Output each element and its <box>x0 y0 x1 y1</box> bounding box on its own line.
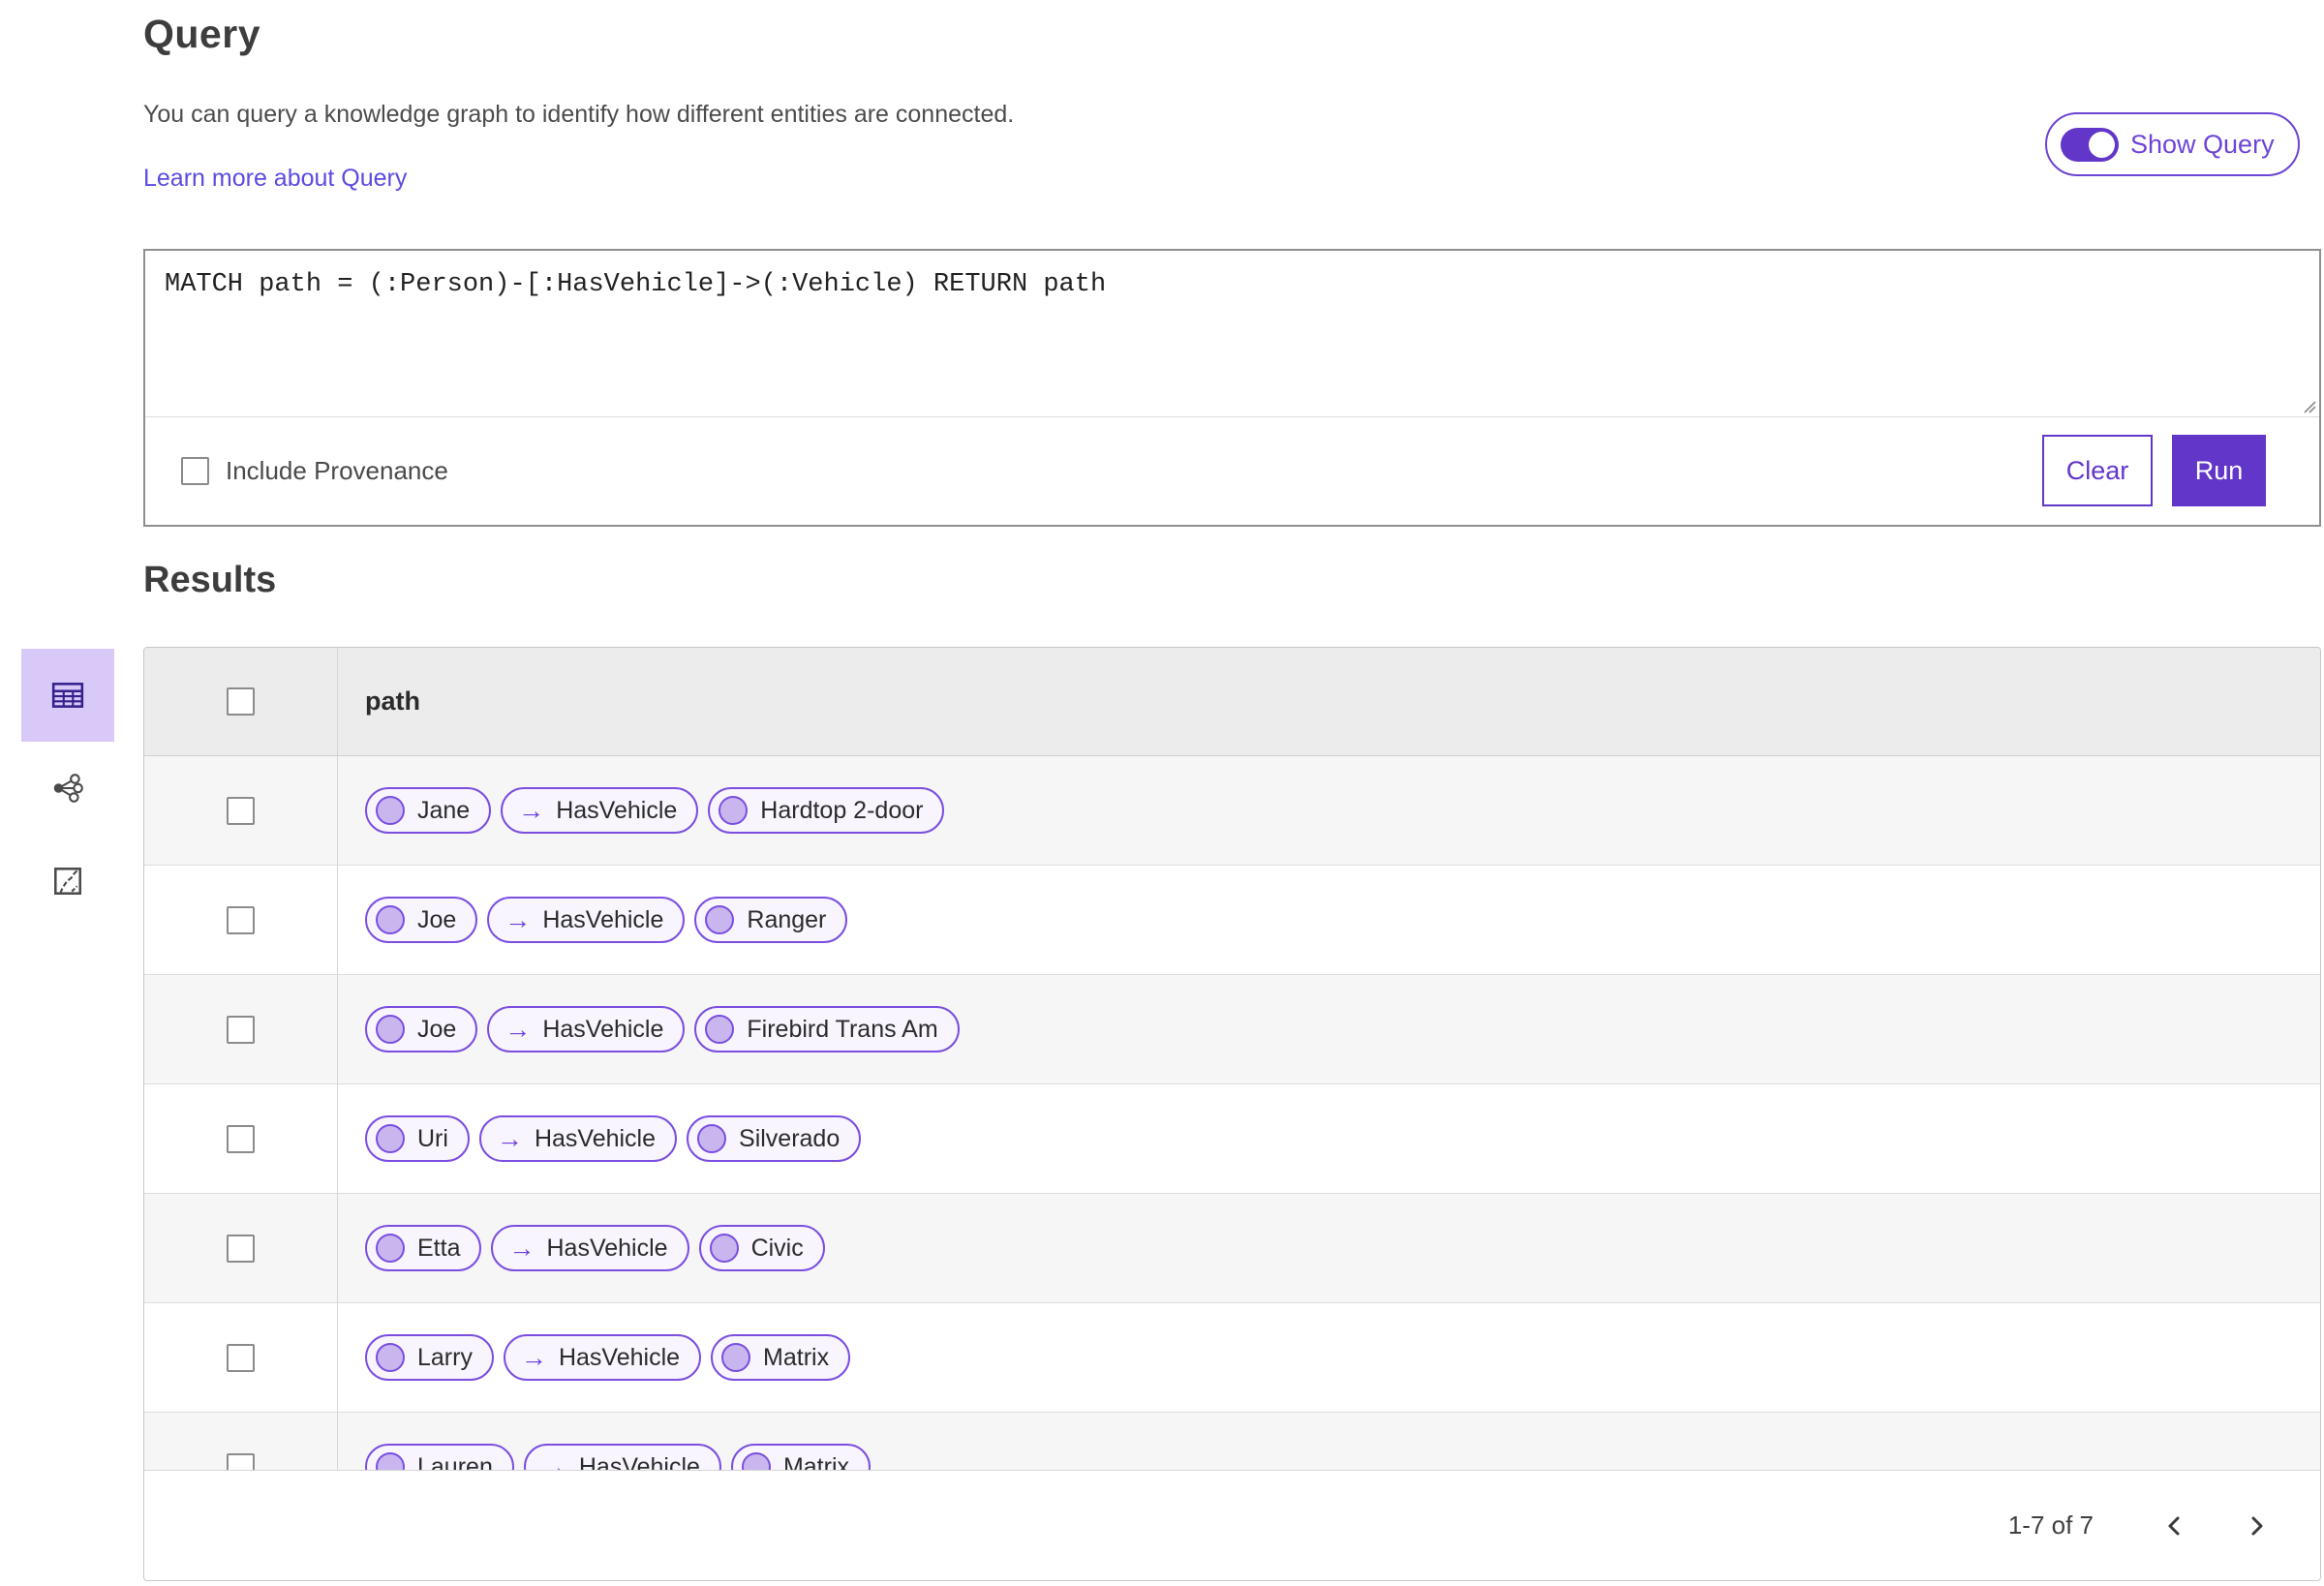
link-chart-icon <box>53 774 83 803</box>
path-target-node[interactable]: Ranger <box>694 897 848 943</box>
path-relation-label: HasVehicle <box>542 1015 664 1043</box>
clear-button[interactable]: Clear <box>2042 435 2153 506</box>
path-source-node[interactable]: Etta <box>365 1225 482 1271</box>
prev-page-button[interactable] <box>2163 1511 2185 1540</box>
sidebar-item-table-view[interactable] <box>21 649 114 742</box>
path-relation-label: HasVehicle <box>556 796 678 824</box>
path-source-label: Larry <box>417 1343 473 1371</box>
path-relation-edge[interactable]: → HasVehicle <box>487 1006 686 1052</box>
query-page: Query You can query a knowledge graph to… <box>0 0 2324 1586</box>
row-checkbox[interactable] <box>144 975 338 1083</box>
path-relation-edge[interactable]: → HasVehicle <box>487 897 686 943</box>
edge-arrow-icon: → <box>508 1233 535 1263</box>
select-all-checkbox[interactable] <box>144 648 338 755</box>
results-view-sidebar <box>21 649 114 928</box>
table-row: Jane → HasVehicle Hardtop 2-door <box>144 756 2320 866</box>
run-button[interactable]: Run <box>2172 435 2266 506</box>
edge-arrow-icon: → <box>505 1014 532 1044</box>
path-source-node[interactable]: Larry <box>365 1334 494 1381</box>
path-relation-edge[interactable]: → HasVehicle <box>491 1225 689 1271</box>
path-source-node[interactable]: Jane <box>365 787 492 834</box>
row-checkbox[interactable] <box>144 1194 338 1302</box>
node-circle-icon <box>719 796 749 825</box>
results-title: Results <box>143 560 277 600</box>
edge-arrow-icon: → <box>518 795 545 825</box>
path-source-node[interactable]: Joe <box>365 1006 478 1052</box>
path-relation-label: HasVehicle <box>546 1234 668 1262</box>
include-provenance-label: Include Provenance <box>226 455 448 485</box>
toggle-switch-icon <box>2061 127 2119 162</box>
query-panel: MATCH path = (:Person)-[:HasVehicle]->(:… <box>143 249 2321 527</box>
path-source-label: Joe <box>417 905 457 933</box>
table-header-row: path <box>144 648 2320 756</box>
node-circle-icon <box>376 1234 405 1263</box>
show-query-label: Show Query <box>2130 129 2275 159</box>
path-target-label: Firebird Trans Am <box>747 1015 938 1043</box>
row-checkbox[interactable] <box>144 1303 338 1412</box>
row-checkbox[interactable] <box>144 866 338 974</box>
show-query-toggle[interactable]: Show Query <box>2045 112 2300 176</box>
path-source-label: Etta <box>417 1234 461 1262</box>
edge-arrow-icon: → <box>496 1123 523 1153</box>
table-body: Jane → HasVehicle Hardtop 2-door Joe → H… <box>144 756 2320 1522</box>
path-target-label: Civic <box>750 1234 804 1262</box>
path-relation-edge[interactable]: → HasVehicle <box>478 1115 678 1162</box>
path-target-label: Silverado <box>739 1124 841 1152</box>
path-relation-label: HasVehicle <box>542 905 664 933</box>
node-circle-icon <box>709 1234 739 1263</box>
node-circle-icon <box>376 1343 405 1372</box>
path-source-label: Joe <box>417 1015 457 1043</box>
map-view-icon <box>54 868 81 895</box>
path-relation-label: HasVehicle <box>534 1124 657 1152</box>
path-target-node[interactable]: Firebird Trans Am <box>694 1006 960 1052</box>
path-source-node[interactable]: Uri <box>365 1115 470 1162</box>
path-target-node[interactable]: Civic <box>698 1225 825 1271</box>
node-circle-icon <box>705 1015 735 1044</box>
path-target-label: Matrix <box>763 1343 830 1371</box>
sidebar-item-map-view[interactable] <box>21 835 114 928</box>
chevron-left-icon <box>2168 1516 2180 1535</box>
table-row: Etta → HasVehicle Civic <box>144 1194 2320 1303</box>
next-page-button[interactable] <box>2247 1511 2268 1540</box>
path-relation-label: HasVehicle <box>558 1343 681 1371</box>
table-row: Uri → HasVehicle Silverado <box>144 1084 2320 1194</box>
results-table: path Jane → HasVehicle Hardtop 2-door Jo… <box>143 647 2321 1581</box>
page-description: You can query a knowledge graph to ident… <box>143 101 1015 128</box>
table-view-icon <box>51 683 84 708</box>
query-editor[interactable]: MATCH path = (:Person)-[:HasVehicle]->(:… <box>145 251 2319 416</box>
node-circle-icon <box>705 905 735 934</box>
sidebar-item-link-chart-view[interactable] <box>21 742 114 835</box>
path-source-label: Jane <box>417 796 471 824</box>
node-circle-icon <box>376 1015 405 1044</box>
node-circle-icon <box>721 1343 751 1372</box>
page-title: Query <box>143 12 260 56</box>
path-source-node[interactable]: Joe <box>365 897 478 943</box>
row-checkbox[interactable] <box>144 756 338 865</box>
path-source-label: Uri <box>417 1124 448 1152</box>
node-circle-icon <box>376 796 405 825</box>
path-target-node[interactable]: Hardtop 2-door <box>708 787 945 834</box>
pagination-bar: 1-7 of 7 <box>144 1470 2320 1580</box>
learn-more-link[interactable]: Learn more about Query <box>143 165 407 193</box>
path-target-node[interactable]: Silverado <box>687 1115 862 1162</box>
chevron-right-icon <box>2251 1516 2263 1535</box>
table-row: Larry → HasVehicle Matrix <box>144 1303 2320 1413</box>
path-target-node[interactable]: Matrix <box>711 1334 851 1381</box>
column-header-path: path <box>365 686 420 716</box>
edge-arrow-icon: → <box>505 904 532 934</box>
path-target-label: Hardtop 2-door <box>760 796 924 824</box>
path-relation-edge[interactable]: → HasVehicle <box>501 787 699 834</box>
row-checkbox[interactable] <box>144 1084 338 1193</box>
edge-arrow-icon: → <box>520 1342 547 1372</box>
node-circle-icon <box>376 905 405 934</box>
table-row: Joe → HasVehicle Ranger <box>144 866 2320 975</box>
pagination-range: 1-7 of 7 <box>2007 1510 2094 1540</box>
include-provenance-checkbox[interactable] <box>181 456 209 485</box>
path-target-label: Ranger <box>747 905 827 933</box>
node-circle-icon <box>697 1124 727 1153</box>
node-circle-icon <box>376 1124 405 1153</box>
path-relation-edge[interactable]: → HasVehicle <box>503 1334 702 1381</box>
table-row: Joe → HasVehicle Firebird Trans Am <box>144 975 2320 1084</box>
